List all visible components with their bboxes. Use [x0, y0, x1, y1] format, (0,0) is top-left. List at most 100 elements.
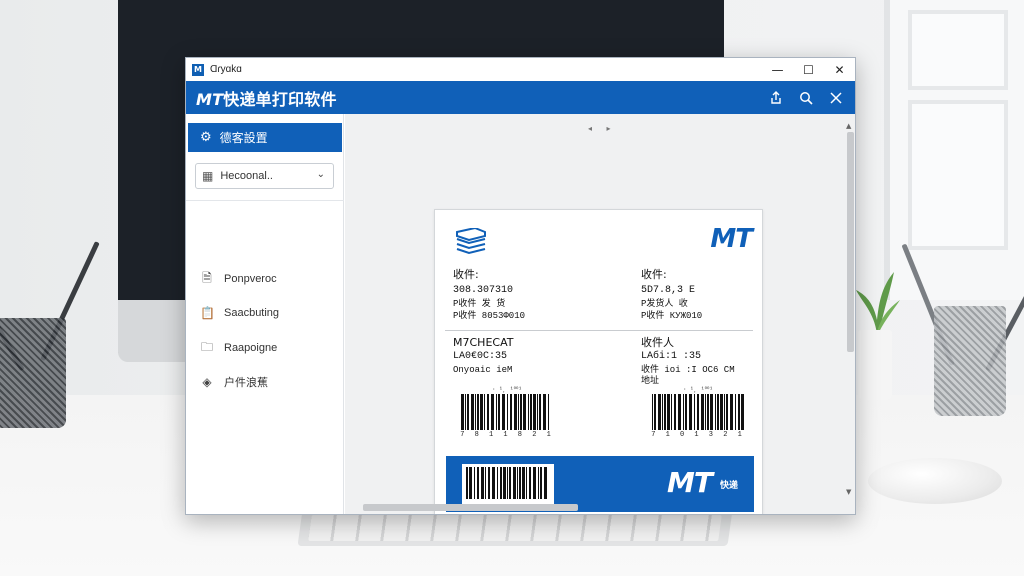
background-plant	[856, 272, 900, 334]
scroll-thumb[interactable]	[847, 132, 854, 352]
barcode-bar	[480, 394, 483, 430]
sidebar-item-tag[interactable]: ◈ 户件浪蕉	[200, 372, 268, 392]
barcode-bar	[461, 394, 464, 430]
barcode-bar	[726, 394, 728, 430]
barcode-bar	[484, 394, 485, 430]
header-close-icon[interactable]	[823, 85, 849, 111]
template-dropdown[interactable]: ▦ Hecoonal.. ⌄	[195, 163, 334, 189]
barcode-bar	[475, 394, 476, 430]
sidebar-item-label: Ponpveroc	[224, 273, 277, 285]
barcode-bar	[466, 467, 468, 499]
barcode-bar	[523, 394, 526, 430]
minimize-icon[interactable]: —	[762, 58, 793, 81]
barcode-bar	[517, 467, 518, 499]
barcode-bar	[654, 394, 656, 430]
print-preview: ◂ ▸ MT 收件: 308.307310 P收件 发 货 P收件 8053Ф0…	[345, 114, 855, 514]
barcode-bar	[533, 394, 536, 430]
barcode-bar	[496, 394, 497, 430]
sidebar: ⚙ 德客設置 ▦ Hecoonal.. ⌄ 🗎 Ponpveroc 📋 Saac…	[186, 114, 344, 514]
barcode-bar	[471, 394, 474, 430]
sidebar-item-label: 户件浪蕉	[224, 377, 268, 389]
barcode-bar	[491, 394, 494, 430]
window-titlebar: M Ɑɾyɑkɑ — ☐ ✕	[186, 58, 855, 81]
barcode-caption: · ¹¸ ¹⁰⁰¹	[682, 386, 713, 393]
barcode-bar	[481, 467, 484, 499]
scroll-up-icon[interactable]: ▲	[846, 122, 851, 130]
close-icon[interactable]: ✕	[824, 58, 855, 81]
barcode-bar	[500, 467, 502, 499]
barcode-bars	[652, 394, 744, 430]
clipboard-icon: 📋	[200, 306, 215, 320]
barcode-bar	[715, 394, 716, 430]
barcode-bar	[717, 394, 719, 430]
barcode-bar	[678, 394, 681, 430]
barcode-bar	[720, 394, 723, 430]
barcode-bar	[519, 467, 521, 499]
barcode-bar	[507, 467, 508, 499]
sender-line1: 308.307310	[453, 285, 514, 296]
window-controls: — ☐ ✕	[762, 58, 855, 81]
search-icon[interactable]	[793, 85, 819, 111]
dropdown-value: Hecoonal..	[220, 170, 273, 182]
barcode-bar	[533, 467, 536, 499]
sidebar-item-settings[interactable]: ⚙ 德客設置	[188, 123, 342, 152]
app-logo-icon: M	[192, 63, 204, 76]
box-logo-icon	[456, 228, 486, 255]
background-pen-cup	[934, 306, 1006, 416]
tag-icon: ◈	[202, 375, 212, 389]
share-icon[interactable]	[763, 85, 789, 111]
barcode-bar	[540, 467, 542, 499]
barcode-bar	[528, 394, 529, 430]
sidebar-item-document[interactable]: 🗎 Ponpveroc	[200, 269, 277, 289]
barcode-bar	[488, 467, 490, 499]
folder-icon: 🗀	[200, 339, 213, 354]
sidebar-item-clipboard[interactable]: 📋 Saacbuting	[200, 303, 279, 323]
background-keyboard	[297, 510, 733, 546]
barcode-bar	[537, 394, 538, 430]
sender-heading: 收件:	[453, 268, 479, 281]
vertical-scrollbar[interactable]: ▲ ▼	[846, 122, 854, 496]
barcode-bar	[662, 394, 663, 430]
barcode-bar	[507, 394, 508, 430]
barcode-bar	[510, 394, 512, 430]
receiver-line2: P发货人 收	[641, 299, 688, 309]
page-navigation[interactable]: ◂ ▸	[588, 124, 617, 133]
left-block-line1: LA0€0C:35	[453, 351, 508, 362]
sidebar-item-folder[interactable]: 🗀 Raapoigne	[200, 338, 277, 358]
barcode-caption: · ¹¸ ¹⁰⁰¹	[491, 386, 522, 393]
sidebar-divider	[186, 200, 344, 201]
barcode-digits: 7 1 0 1 3 2 1	[651, 431, 745, 439]
barcode-bar	[465, 394, 466, 430]
maximize-icon[interactable]: ☐	[793, 58, 824, 81]
scroll-down-icon[interactable]: ▼	[846, 488, 851, 496]
footer-tag: 快递	[719, 481, 738, 491]
barcode-bar	[683, 394, 684, 430]
barcode-bar	[548, 394, 549, 430]
barcode-bar	[705, 394, 706, 430]
barcode-bar	[674, 394, 676, 430]
footer-barcode	[462, 464, 554, 504]
grid-icon: ▦	[202, 169, 214, 183]
barcode-bar	[697, 394, 699, 430]
sidebar-item-label: Raapoigne	[224, 342, 278, 354]
brand-suffix: 快递单打印软件	[223, 89, 337, 109]
barcode-bar	[735, 394, 736, 430]
barcode-bar	[518, 394, 519, 430]
horizontal-scrollbar[interactable]	[363, 502, 833, 512]
window-title: Ɑɾyɑkɑ	[210, 64, 242, 75]
barcode-bar	[502, 394, 505, 430]
header-actions	[763, 81, 849, 114]
barcode-bar	[477, 467, 479, 499]
barcode-bar	[513, 467, 516, 499]
barcode-bar	[707, 394, 709, 430]
barcode-bar	[724, 394, 725, 430]
scroll-thumb[interactable]	[363, 504, 578, 511]
barcode-bar	[685, 394, 687, 430]
barcode-digits: 7 8 1 1 8 2 1	[460, 431, 554, 439]
barcode-bars	[466, 467, 547, 499]
barcode-bar	[664, 394, 666, 430]
footer-mt-logo: MT	[667, 466, 713, 499]
sidebar-item-label: Saacbuting	[224, 307, 280, 319]
barcode-bar	[529, 467, 531, 499]
barcode-bar	[538, 467, 539, 499]
